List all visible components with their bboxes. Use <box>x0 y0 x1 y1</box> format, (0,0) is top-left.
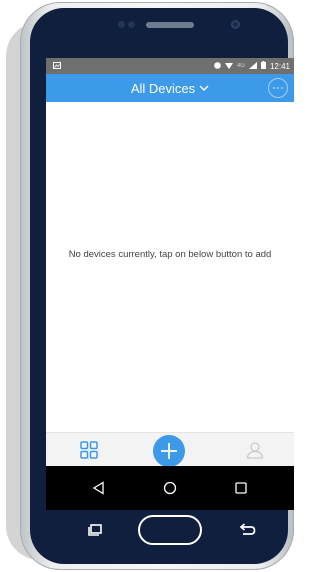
network-type-label: 4G <box>236 63 245 69</box>
empty-state-message: No devices currently, tap on below butto… <box>68 249 272 260</box>
earpiece-speaker <box>146 22 194 28</box>
hardware-home-button[interactable] <box>138 515 202 545</box>
signal-icon <box>248 61 257 71</box>
front-camera <box>231 20 240 29</box>
add-icon <box>161 443 177 459</box>
hardware-recents-icon[interactable] <box>87 522 103 538</box>
phone-mockup-stage: 4G 12:41 All Devices No devices currentl… <box>0 0 298 572</box>
recents-square-icon[interactable] <box>234 481 248 495</box>
device-filter-dropdown[interactable]: All Devices <box>131 81 209 96</box>
image-icon <box>53 61 61 71</box>
sensor-dot <box>118 21 125 28</box>
more-icon-dot <box>273 87 275 89</box>
status-icons: 4G 12:41 <box>214 61 290 71</box>
record-icon <box>214 61 221 71</box>
bottom-tab-bar <box>46 432 294 467</box>
header-title: All Devices <box>130 80 196 96</box>
battery-icon <box>260 61 266 71</box>
sensor-dot <box>128 21 135 28</box>
devices-grid-icon[interactable] <box>80 440 98 459</box>
devices-list-area: No devices currently, tap on below butto… <box>46 102 294 432</box>
app-header: All Devices <box>46 74 294 102</box>
chevron-down-icon <box>199 85 209 91</box>
back-triangle-icon[interactable] <box>92 481 106 495</box>
phone-screen: 4G 12:41 All Devices No devices currentl… <box>46 58 294 510</box>
hardware-back-icon[interactable] <box>238 522 256 538</box>
status-bar: 4G 12:41 <box>46 58 294 74</box>
status-time: 12:41 <box>269 61 290 71</box>
android-nav-bar <box>46 466 294 510</box>
more-icon-dot <box>281 87 283 89</box>
more-options-button[interactable] <box>268 78 288 98</box>
more-icon-dot <box>277 87 279 89</box>
profile-icon[interactable] <box>246 441 264 459</box>
add-device-button[interactable] <box>153 435 185 467</box>
home-circle-icon[interactable] <box>163 481 177 495</box>
wifi-icon <box>224 62 233 71</box>
